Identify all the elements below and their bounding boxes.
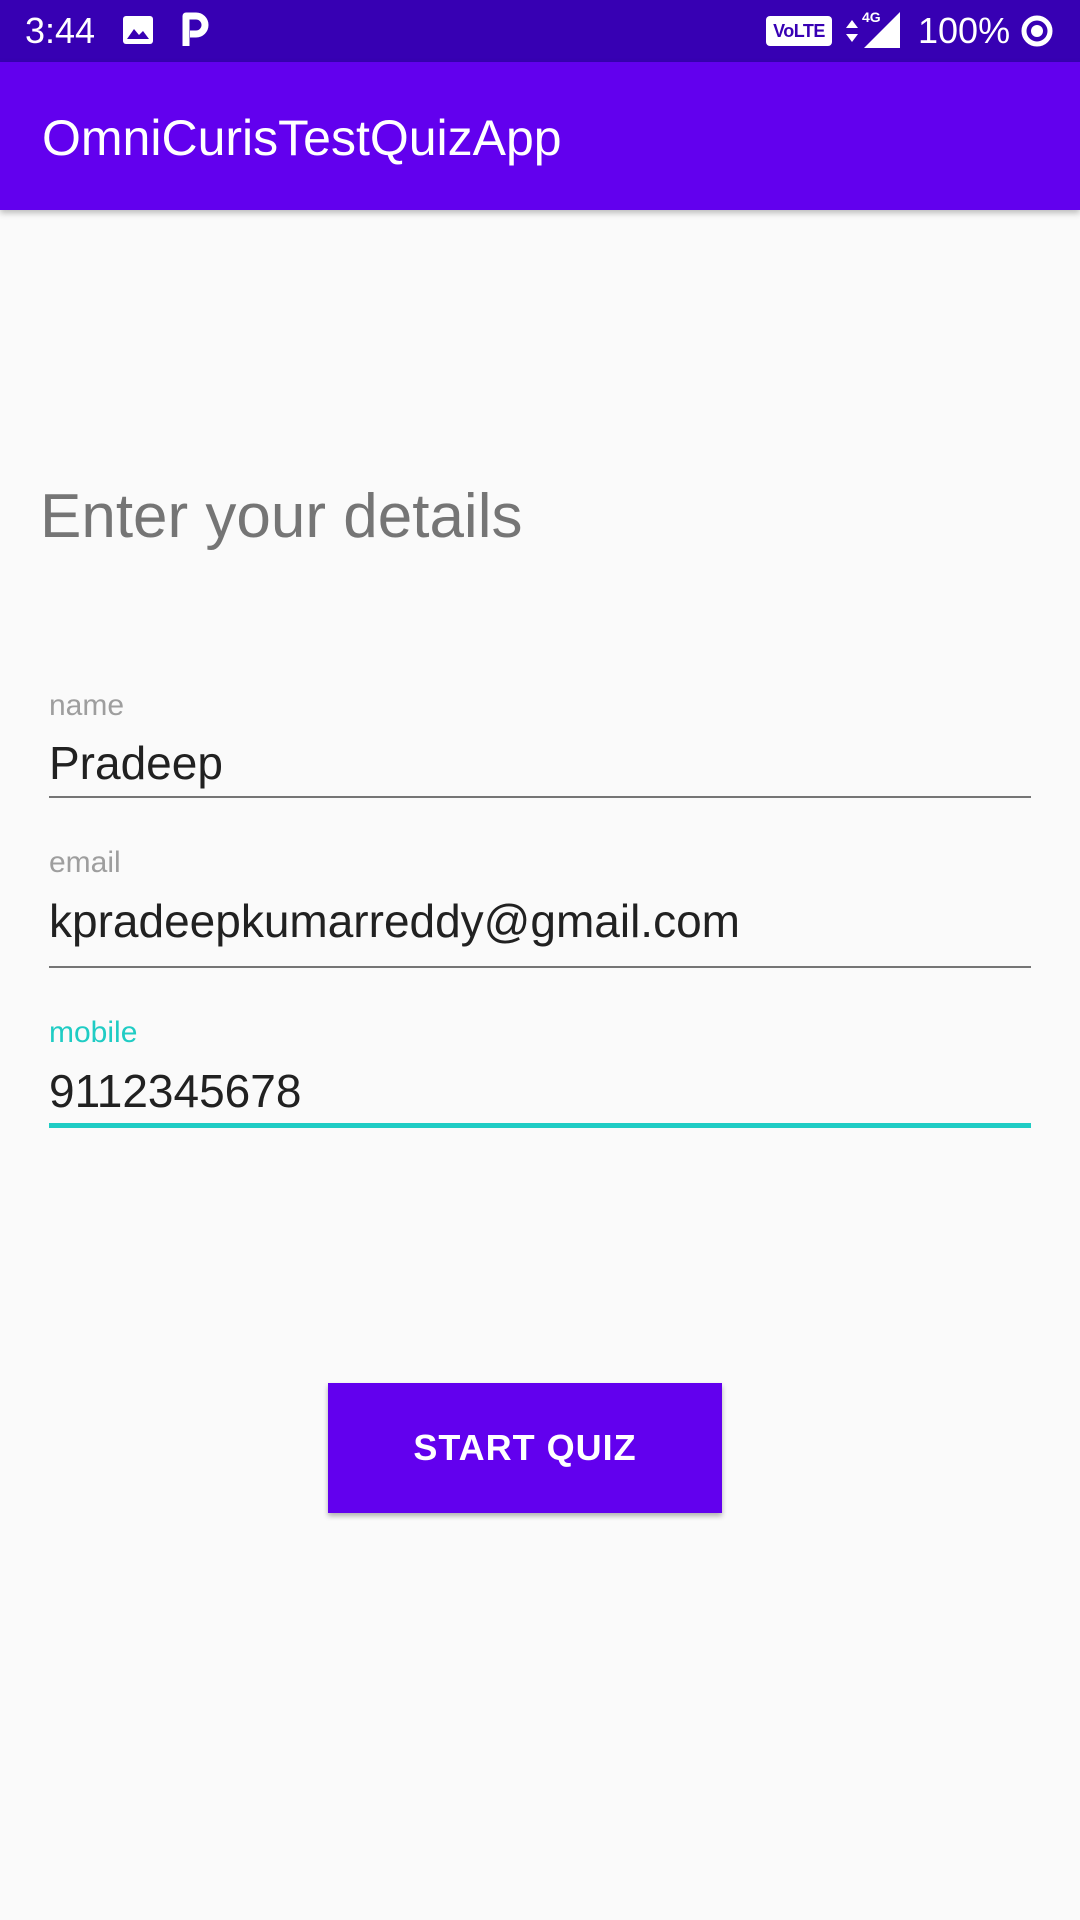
app-title: OmniCurisTestQuizApp bbox=[42, 110, 562, 166]
app-bar: OmniCurisTestQuizApp bbox=[0, 62, 1080, 210]
mobile-field-underline bbox=[49, 1123, 1031, 1128]
network-type: 4G bbox=[862, 9, 881, 25]
mobile-input[interactable] bbox=[49, 1061, 1031, 1121]
parking-icon bbox=[182, 12, 209, 46]
volte-icon: VoLTE bbox=[766, 16, 832, 46]
mobile-field[interactable]: mobile bbox=[49, 1015, 1031, 1128]
start-quiz-button[interactable]: START QUIZ bbox=[328, 1383, 722, 1513]
data-arrows-icon bbox=[846, 20, 858, 42]
name-field-label: name bbox=[49, 689, 125, 722]
status-time: 3:44 bbox=[25, 10, 96, 51]
mobile-field-label: mobile bbox=[49, 1016, 138, 1049]
email-field-label: email bbox=[49, 846, 121, 879]
name-field[interactable]: name bbox=[49, 688, 1031, 800]
email-field[interactable]: email bbox=[49, 845, 1031, 970]
form-heading: Enter your details bbox=[40, 482, 523, 551]
name-input[interactable] bbox=[49, 733, 1031, 793]
battery-percent: 100% bbox=[918, 10, 1011, 51]
battery-saver-icon bbox=[1021, 15, 1053, 47]
name-field-underline bbox=[49, 796, 1031, 798]
email-input[interactable] bbox=[49, 891, 1031, 951]
status-bar: 3:44 VoLTE 4G 100% bbox=[0, 0, 1080, 62]
screen: 3:44 VoLTE 4G 100% OmniCurisTestQuizApp … bbox=[0, 0, 1080, 1920]
email-field-underline bbox=[49, 966, 1031, 968]
image-icon bbox=[123, 16, 153, 44]
